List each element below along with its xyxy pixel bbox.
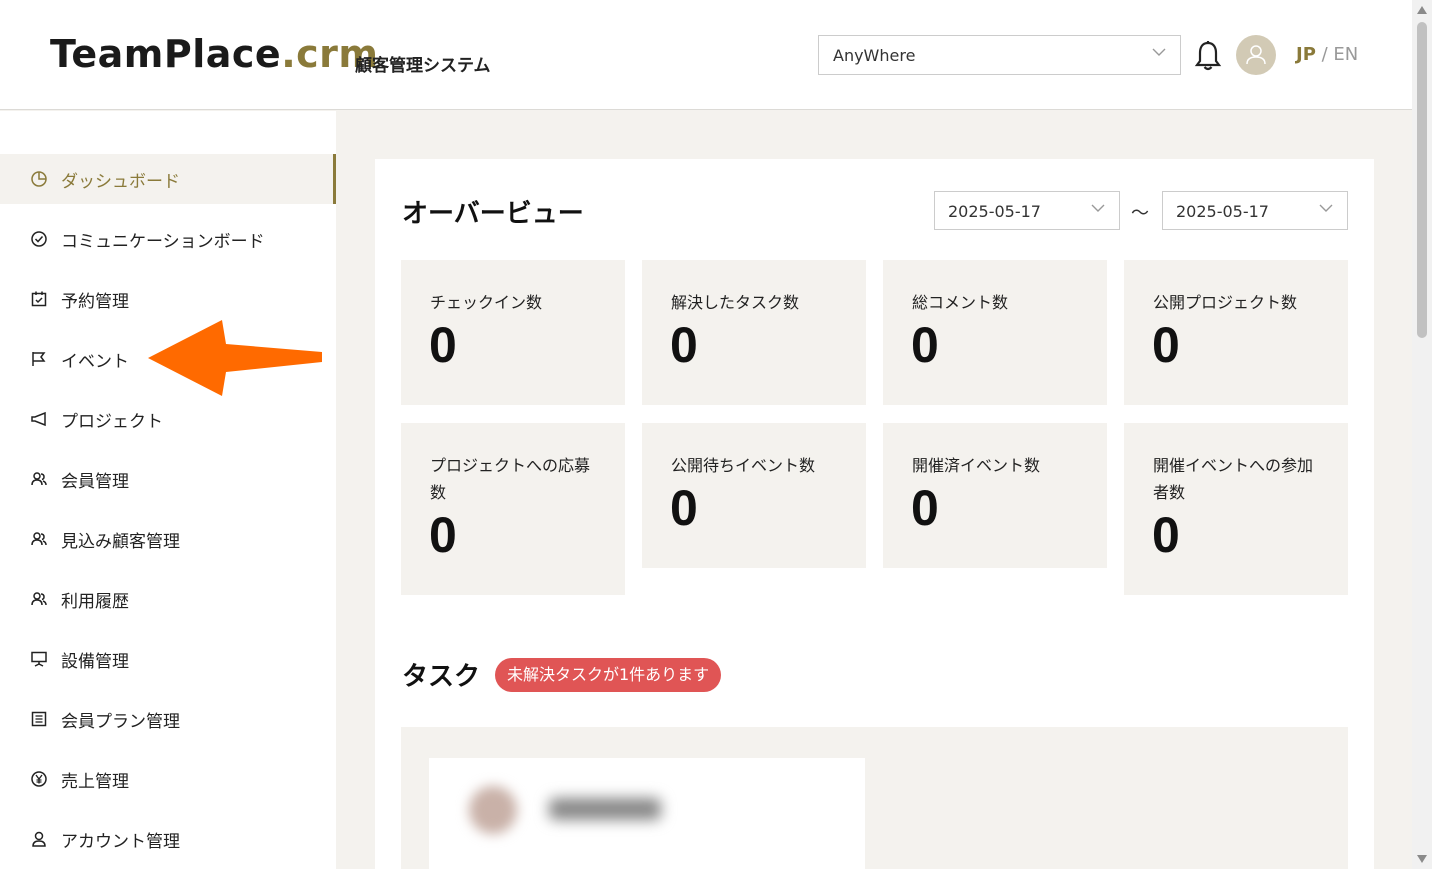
megaphone-icon [30,410,48,428]
presentation-icon [30,650,48,668]
sidebar-item-facilities[interactable]: 設備管理 [0,634,336,684]
sidebar-item-prospects[interactable]: 見込み顧客管理 [0,514,336,564]
calendar-check-icon [30,290,48,308]
sidebar-item-accounts[interactable]: アカウント管理 [0,814,336,864]
scroll-down-icon[interactable] [1417,855,1427,863]
chevron-down-icon [1152,45,1166,63]
app-header: TeamPlace.crm 顧客管理システム AnyWhere JP / EN [0,0,1412,110]
list-icon [30,710,48,728]
stat-project-applications: プロジェクトへの応募数 0 [401,423,625,595]
stat-resolved-tasks: 解決したタスク数 0 [642,260,866,405]
annotation-arrow [146,318,324,398]
app-logo[interactable]: TeamPlace.crm [50,32,379,76]
date-to-select[interactable]: 2025-05-17 [1162,191,1348,230]
sidebar-item-sales[interactable]: 売上管理 [0,754,336,804]
stat-event-participants: 開催イベントへの参加者数 0 [1124,423,1348,595]
stat-pending-events: 公開待ちイベント数 0 [642,423,866,568]
task-user-name [549,798,661,820]
users-icon [30,470,48,488]
sidebar-item-usage-history[interactable]: 利用履歴 [0,574,336,624]
stat-checkins: チェックイン数 0 [401,260,625,405]
sidebar: ダッシュボード コミュニケーションボード 予約管理 イベント プロジェクト 会員… [0,111,336,869]
pie-chart-icon [30,170,48,188]
scrollbar-thumb[interactable] [1417,22,1427,338]
page-scrollbar[interactable] [1412,0,1432,869]
sidebar-item-member-plans[interactable]: 会員プラン管理 [0,694,336,744]
date-from-select[interactable]: 2025-05-17 [934,191,1120,230]
notification-bell-icon[interactable] [1194,40,1222,72]
app-subtitle: 顧客管理システム [355,56,491,76]
stat-total-comments: 総コメント数 0 [883,260,1107,405]
chevron-down-icon [1091,201,1105,219]
workspace-select[interactable]: AnyWhere [818,35,1181,75]
overview-card: オーバービュー 2025-05-17 〜 2025-05-17 チェックイン数 … [375,159,1374,869]
unresolved-tasks-badge: 未解決タスクが1件あります [495,658,722,692]
tasks-title: タスク [402,662,481,692]
sidebar-item-members[interactable]: 会員管理 [0,454,336,504]
yen-circle-icon [30,770,48,788]
chevron-down-icon [1319,201,1333,219]
lang-jp-link[interactable]: JP [1296,44,1316,65]
sidebar-item-reservations[interactable]: 予約管理 [0,274,336,324]
stat-held-events: 開催済イベント数 0 [883,423,1107,568]
task-panel [401,727,1348,869]
users-icon [30,590,48,608]
flag-icon [30,350,48,368]
check-circle-icon [30,230,48,248]
user-avatar[interactable] [1236,35,1276,75]
task-card[interactable] [429,758,865,869]
scroll-up-icon[interactable] [1417,6,1427,14]
avatar [469,786,517,834]
users-icon [30,530,48,548]
user-icon [1246,45,1266,65]
account-icon [30,830,48,848]
stat-public-projects: 公開プロジェクト数 0 [1124,260,1348,405]
workspace-select-value: AnyWhere [833,46,916,65]
overview-title: オーバービュー [402,199,584,229]
date-range-separator: 〜 [1131,203,1149,224]
sidebar-item-communication-board[interactable]: コミュニケーションボード [0,214,336,264]
sidebar-item-dashboard[interactable]: ダッシュボード [0,154,336,204]
language-switcher: JP / EN [1296,44,1359,65]
lang-en-link[interactable]: EN [1333,44,1358,65]
sidebar-item-projects[interactable]: プロジェクト [0,394,336,444]
